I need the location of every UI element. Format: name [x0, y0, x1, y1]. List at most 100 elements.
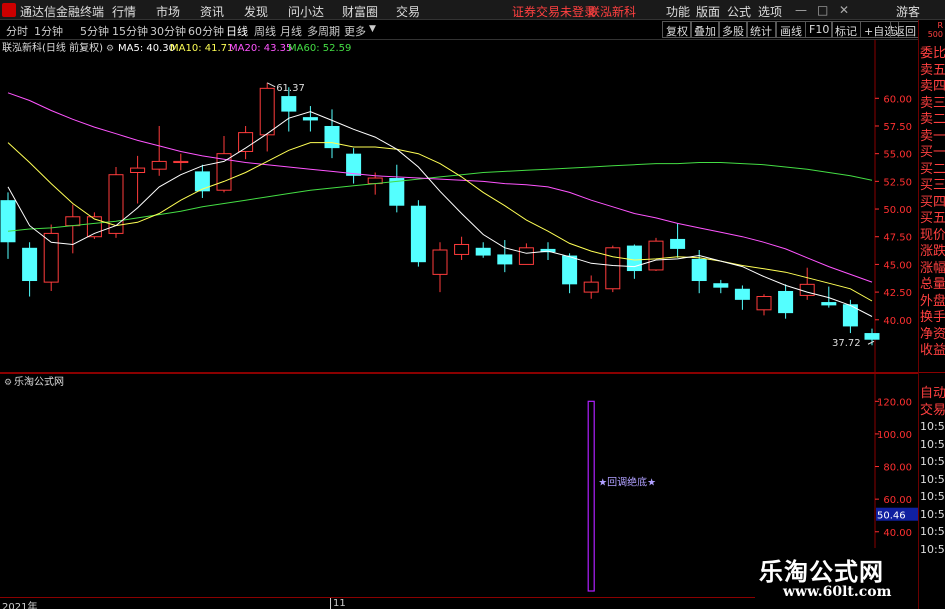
high-price-label: 61.37 — [276, 83, 305, 94]
tab-daily[interactable]: 日线 — [226, 23, 248, 39]
tab-weekly[interactable]: 周线 — [254, 23, 276, 39]
candle — [713, 279, 729, 294]
candle — [216, 135, 232, 193]
back-button[interactable]: 返回 — [890, 21, 920, 38]
tab-timeshare[interactable]: 分时 — [6, 23, 28, 39]
candle-body-down — [562, 255, 578, 285]
candle-body-up — [648, 240, 664, 271]
r500-badge: R 500 — [918, 20, 945, 40]
minimize-icon[interactable]: — — [795, 3, 807, 17]
candle — [648, 237, 664, 272]
more-dropdown-icon[interactable]: ▼ — [369, 24, 376, 34]
tab-more[interactable]: 更多 — [344, 23, 366, 39]
multi-stock-button[interactable]: 多股 — [718, 21, 748, 38]
menu-quotes[interactable]: 行情 — [112, 3, 136, 20]
price-tick-label: 42.50 — [883, 288, 912, 299]
candle-body-up — [605, 247, 621, 290]
menu-news[interactable]: 资讯 — [200, 3, 224, 20]
statistics-button[interactable]: 统计 — [746, 21, 776, 38]
indicator-settings-icon[interactable]: ⚙ — [4, 378, 12, 388]
candle-body-up — [518, 247, 534, 265]
site-watermark: 乐淘公式网 www.60lt.com — [755, 548, 918, 607]
candle-body-down — [713, 283, 729, 288]
candle — [43, 224, 59, 291]
tab-multi-period[interactable]: 多周期 — [307, 23, 340, 39]
candle — [151, 125, 167, 176]
adjust-button[interactable]: 复权 — [662, 21, 692, 38]
indicator-tick-label: 80.00 — [883, 463, 912, 474]
menu-market[interactable]: 市场 — [156, 3, 180, 20]
tab-30min[interactable]: 30分钟 — [150, 23, 186, 39]
candle — [238, 125, 254, 160]
candle-body-down — [670, 238, 686, 249]
menu-formula[interactable]: 公式 — [727, 3, 751, 20]
menu-function[interactable]: 功能 — [666, 3, 690, 20]
candle — [562, 253, 578, 294]
indicator-title: 乐淘公式网 — [14, 375, 64, 388]
candle-body-up — [173, 160, 189, 164]
menu-wealth[interactable]: 财富圈 — [342, 3, 378, 20]
candle-body-up — [151, 160, 167, 170]
tick-time: 10:58 — [920, 525, 945, 538]
candle-body-up — [130, 167, 146, 173]
price-tick-label: 45.00 — [883, 260, 912, 271]
candle-body-down — [194, 171, 210, 192]
candle-body-down — [734, 288, 750, 300]
candle-body-down — [22, 247, 38, 282]
indicator-tick-label: 120.00 — [877, 397, 912, 408]
auto-trade-label[interactable]: 交易 — [920, 399, 945, 418]
candle-body-down — [497, 254, 513, 265]
tab-5min[interactable]: 5分钟 — [80, 23, 109, 39]
candle-body-up — [454, 243, 470, 255]
candle-body-down — [281, 96, 297, 112]
candle — [130, 155, 146, 204]
candle — [65, 204, 81, 254]
tab-1min[interactable]: 1分钟 — [34, 23, 63, 39]
axis-month: 11 — [330, 598, 346, 609]
candle-body-down — [410, 205, 426, 263]
price-tick-label: 60.00 — [883, 94, 912, 105]
tab-monthly[interactable]: 月线 — [280, 23, 302, 39]
tab-60min[interactable]: 60分钟 — [188, 23, 224, 39]
login-warning[interactable]: 证券交易未登录 — [512, 3, 596, 20]
candle-body-up — [583, 281, 599, 293]
period-toolbar: 分时 1分钟 5分钟 15分钟 30分钟 60分钟 日线 周线 月线 多周期 更… — [0, 20, 945, 40]
indicator-tick-label: 60.00 — [883, 495, 912, 506]
f10-button[interactable]: F10 — [805, 21, 834, 38]
candle-body-up — [43, 232, 59, 283]
candle — [173, 153, 189, 171]
signal-bar — [587, 400, 595, 592]
price-tick-label: 50.00 — [883, 205, 912, 216]
low-price-pointer — [867, 340, 875, 345]
settings-icon[interactable]: ⚙ — [106, 44, 114, 54]
candle-body-up — [432, 249, 448, 275]
menu-trade[interactable]: 交易 — [396, 3, 420, 20]
menu-options[interactable]: 选项 — [758, 3, 782, 20]
menu-layout[interactable]: 版面 — [696, 3, 720, 20]
candle-body-down — [864, 333, 880, 340]
mark-button[interactable]: 标记 — [831, 21, 861, 38]
candle — [518, 243, 534, 265]
menu-discover[interactable]: 发现 — [244, 3, 268, 20]
candle — [778, 284, 794, 319]
candle-body-up — [756, 296, 772, 311]
close-icon[interactable]: ✕ — [839, 3, 849, 17]
maximize-icon[interactable]: □ — [817, 3, 828, 17]
candle-body-down — [346, 153, 362, 176]
draw-line-button[interactable]: 画线 — [776, 21, 806, 38]
tab-15min[interactable]: 15分钟 — [112, 23, 148, 39]
menu-assistant[interactable]: 问小达 — [288, 3, 324, 20]
main-kline-chart[interactable]: 60.00 57.50 55.00 52.50 50.00 47.50 45.00 42.50… — [0, 40, 918, 373]
tick-time: 10:58 — [920, 490, 945, 503]
quote-label: 收益 — [920, 343, 945, 358]
overlay-button[interactable]: 叠加 — [690, 21, 720, 38]
guest-label[interactable]: 游客 — [896, 3, 920, 20]
candle — [302, 106, 318, 132]
price-tick-label: 55.00 — [883, 150, 912, 161]
panel-divider — [919, 372, 945, 373]
candle — [346, 148, 362, 184]
candle-body-down — [302, 117, 318, 121]
candle — [734, 285, 750, 310]
watermark-name: 乐淘公式网 — [759, 558, 884, 586]
price-axis: 60.00 57.50 55.00 52.50 50.00 47.50 45.00 42.50… — [875, 94, 912, 327]
